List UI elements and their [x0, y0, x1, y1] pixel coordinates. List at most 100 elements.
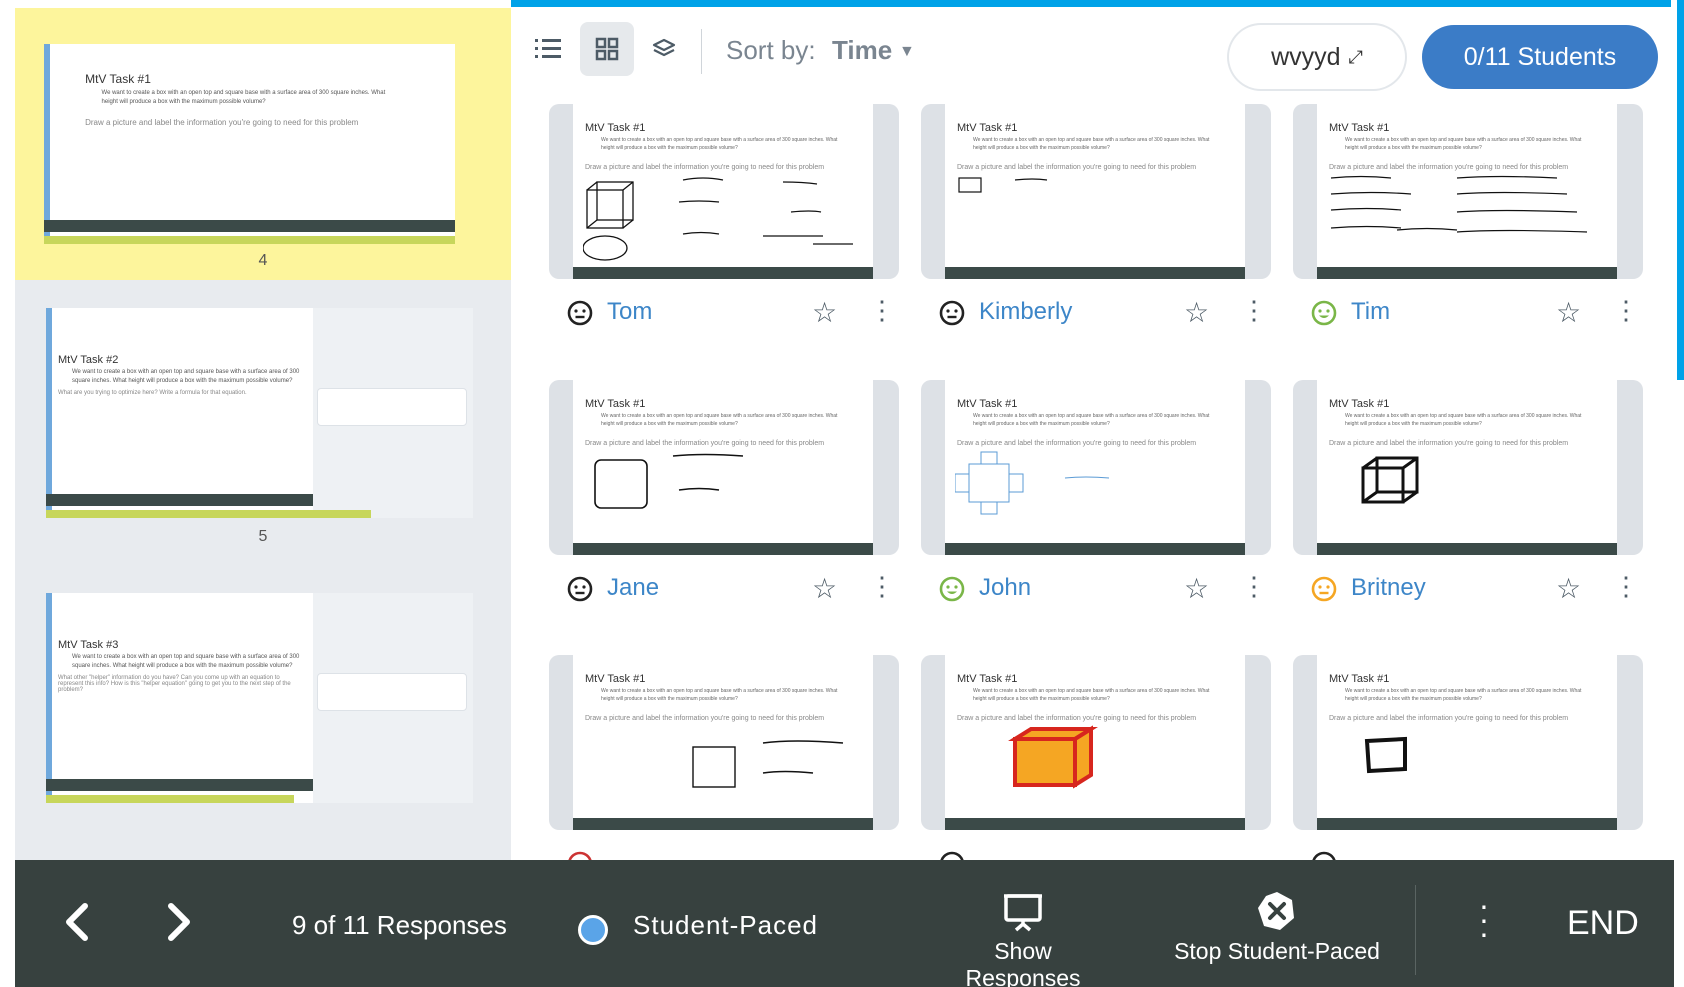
close-icon: [1258, 892, 1294, 930]
more-options-icon[interactable]: ⋮: [869, 296, 895, 324]
end-session-button[interactable]: END: [1567, 904, 1639, 943]
chevron-down-icon[interactable]: ▼: [899, 43, 915, 61]
star-icon[interactable]: ☆: [1556, 572, 1581, 605]
response-card-britney[interactable]: MtV Task #1 We want to create a box with…: [1293, 380, 1643, 620]
slide-description: We want to create a box with an open top…: [601, 688, 838, 702]
grid-icon: [595, 37, 619, 61]
star-icon[interactable]: ☆: [812, 296, 837, 329]
student-name[interactable]: Jane: [607, 574, 659, 602]
student-name[interactable]: John: [979, 574, 1031, 602]
more-options-icon[interactable]: ⋮: [1241, 572, 1267, 600]
response-card-kimberly[interactable]: MtV Task #1 We want to create a box with…: [921, 104, 1271, 344]
scroll-indicator[interactable]: [1677, 0, 1684, 380]
show-responses-button[interactable]: Show Responses: [938, 890, 1108, 987]
more-options-icon[interactable]: ⋮: [869, 572, 895, 600]
response-thumbnail[interactable]: MtV Task #1 We want to create a box with…: [921, 104, 1271, 279]
sort-dropdown[interactable]: Time: [832, 35, 892, 66]
response-card-tom[interactable]: MtV Task #1 We want to create a box with…: [549, 104, 899, 344]
slide-prompt: Draw a picture and label the information…: [1329, 440, 1569, 447]
stop-student-paced-button[interactable]: Stop Student-Paced: [1162, 890, 1392, 965]
student-name[interactable]: Tim: [1351, 298, 1390, 326]
student-drawing: [594, 453, 744, 509]
slide-title: MtV Task #1: [85, 72, 151, 86]
slide-footer: [945, 818, 1245, 830]
response-thumbnail[interactable]: MtV Task #1 We want to create a box with…: [921, 655, 1271, 830]
slide-title: MtV Task #1: [957, 673, 1018, 685]
response-card-tim[interactable]: MtV Task #1 We want to create a box with…: [1293, 104, 1643, 344]
response-thumbnail[interactable]: MtV Task #1 We want to create a box with…: [549, 655, 899, 830]
student-row: Jane ☆ ⋮: [549, 570, 899, 610]
slide-title: MtV Task #1: [957, 122, 1018, 134]
star-icon[interactable]: ☆: [1556, 296, 1581, 329]
slide-thumb-5[interactable]: MtV Task #2 We want to create a box with…: [15, 308, 511, 568]
response-thumbnail[interactable]: MtV Task #1 We want to create a box with…: [921, 380, 1271, 555]
slide-preview: MtV Task #3 We want to create a box with…: [46, 593, 473, 803]
presenter-bar: 9 of 11 Responses Student-Paced Show Res…: [15, 860, 1674, 987]
response-thumbnail[interactable]: MtV Task #1 We want to create a box with…: [1293, 655, 1643, 830]
next-slide-button[interactable]: [165, 902, 193, 953]
list-view-button[interactable]: [521, 22, 575, 76]
student-row: [1293, 845, 1643, 860]
slide-description: We want to create a box with an open top…: [1345, 688, 1582, 702]
more-options-icon[interactable]: ⋮: [1241, 296, 1267, 324]
slide-prompt: Draw a picture and label the information…: [585, 715, 825, 722]
more-options-icon[interactable]: · · ·: [1478, 889, 1490, 949]
response-card-row3-3[interactable]: MtV Task #1 We want to create a box with…: [1293, 655, 1643, 860]
slide-title: MtV Task #1: [1329, 673, 1390, 685]
student-drawing: [1330, 175, 1588, 233]
student-row: Britney ☆ ⋮: [1293, 570, 1643, 610]
student-name[interactable]: Britney: [1351, 574, 1426, 602]
slide-prompt: Draw a picture and label the information…: [1329, 164, 1569, 171]
answer-box: [317, 673, 467, 711]
layers-view-button[interactable]: [637, 22, 691, 76]
student-row: [921, 845, 1271, 860]
slide-number: 5: [258, 528, 268, 545]
student-drawing: [955, 451, 1110, 515]
presentation-icon: [1004, 894, 1042, 932]
slide-progress: [44, 236, 455, 244]
slide-thumb-6[interactable]: MtV Task #3 We want to create a box with…: [15, 593, 511, 853]
responses-count: 9 of 11 Responses: [292, 910, 507, 940]
class-code-button[interactable]: wvyyd ⤢: [1229, 25, 1405, 89]
stop-student-paced-label: Stop Student-Paced: [1174, 938, 1380, 964]
slide-title: MtV Task #1: [957, 398, 1018, 410]
toolbar-divider: [701, 29, 702, 74]
slide-preview: MtV Task #2 We want to create a box with…: [46, 308, 473, 518]
slide-title: MtV Task #1: [585, 673, 646, 685]
face-icon: [568, 851, 592, 860]
previous-slide-button[interactable]: [63, 902, 91, 953]
layers-icon: [652, 38, 676, 57]
student-name[interactable]: Tom: [607, 298, 652, 326]
response-card-john[interactable]: MtV Task #1 We want to create a box with…: [921, 380, 1271, 620]
slide-rail[interactable]: MtV Task #1 We want to create a box with…: [15, 8, 511, 860]
slide-description: We want to create a box with an open top…: [72, 369, 300, 384]
responses-grid: MtV Task #1 We want to create a box with…: [549, 97, 1674, 860]
students-button[interactable]: 0/11 Students: [1422, 25, 1658, 89]
response-thumbnail[interactable]: MtV Task #1 We want to create a box with…: [1293, 380, 1643, 555]
response-thumbnail[interactable]: MtV Task #1 We want to create a box with…: [549, 380, 899, 555]
slide-prompt: What other "helper" information do you h…: [58, 675, 291, 693]
student-row: Tom ☆ ⋮: [549, 294, 899, 334]
star-icon[interactable]: ☆: [812, 572, 837, 605]
star-icon[interactable]: ☆: [1184, 296, 1209, 329]
response-card-jane[interactable]: MtV Task #1 We want to create a box with…: [549, 380, 899, 620]
response-card-row3-1[interactable]: MtV Task #1 We want to create a box with…: [549, 655, 899, 860]
slide-description: We want to create a box with an open top…: [973, 688, 1210, 702]
show-responses-label: Show Responses: [965, 938, 1081, 987]
slide-footer: [44, 220, 455, 232]
more-options-icon[interactable]: ⋮: [1613, 296, 1639, 324]
bar-divider: [1415, 885, 1416, 975]
slide-progress: [46, 510, 371, 518]
response-thumbnail[interactable]: MtV Task #1 We want to create a box with…: [1293, 104, 1643, 279]
slide-footer: [46, 494, 313, 506]
grid-view-button[interactable]: [580, 22, 634, 76]
slide-footer: [573, 818, 873, 830]
star-icon[interactable]: ☆: [1184, 572, 1209, 605]
slide-prompt: Draw a picture and label the information…: [1329, 715, 1569, 722]
slide-thumb-4[interactable]: MtV Task #1 We want to create a box with…: [15, 8, 511, 280]
response-card-row3-2[interactable]: MtV Task #1 We want to create a box with…: [921, 655, 1271, 860]
response-thumbnail[interactable]: MtV Task #1 We want to create a box with…: [549, 104, 899, 279]
student-name[interactable]: Kimberly: [979, 298, 1072, 326]
slide-prompt: Draw a picture and label the information…: [585, 440, 825, 447]
more-options-icon[interactable]: ⋮: [1613, 572, 1639, 600]
